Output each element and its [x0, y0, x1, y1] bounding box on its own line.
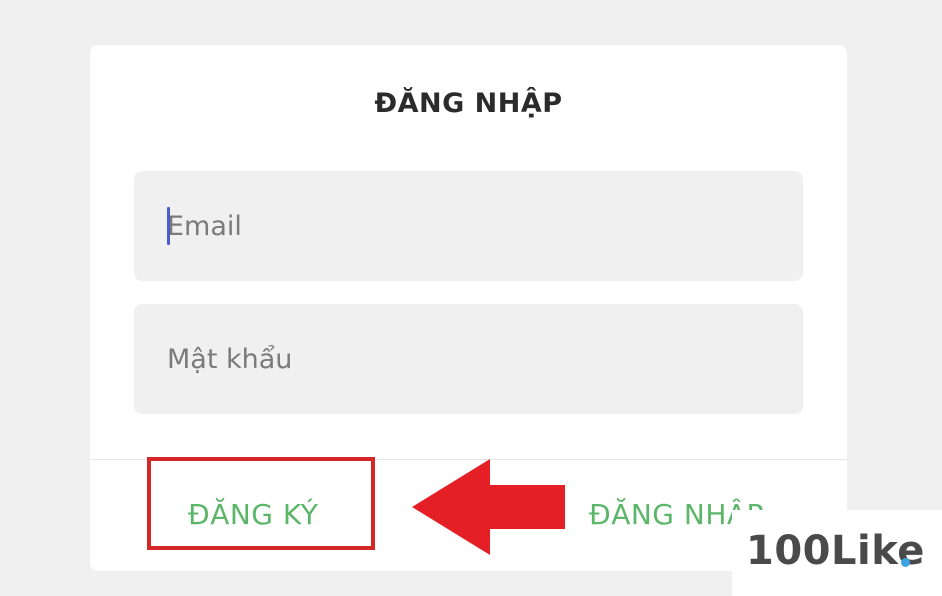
email-placeholder: Email [167, 210, 242, 242]
password-input[interactable]: Mật khẩu [134, 304, 803, 414]
email-input[interactable]: Email [134, 171, 803, 281]
screen: ĐĂNG NHẬP Email Mật khẩu ĐĂNG KÝ ĐĂNG NH… [0, 0, 942, 596]
left-arrow-icon [412, 459, 565, 555]
watermark-text: 100Like [746, 528, 925, 574]
password-placeholder: Mật khẩu [167, 343, 293, 375]
annotation-highlight-box [147, 457, 375, 550]
watermark-logo: 100Like [732, 510, 942, 596]
watermark-dot-icon [901, 558, 910, 567]
page-title: ĐĂNG NHẬP [374, 88, 563, 119]
text-caret [167, 207, 170, 245]
